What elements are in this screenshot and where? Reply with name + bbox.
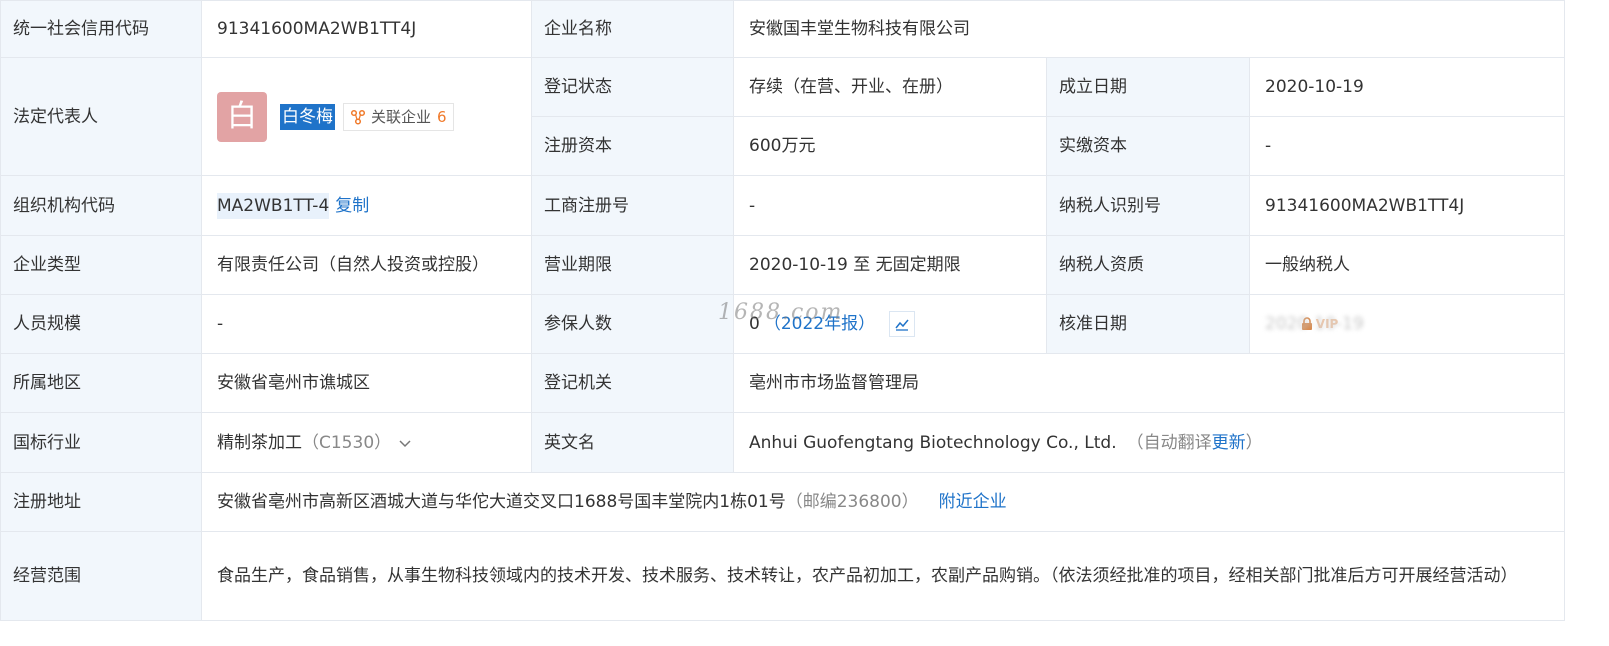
label-english-name: 英文名 (532, 413, 734, 473)
related-company-icon (350, 109, 366, 125)
label-industry: 国标行业 (0, 413, 202, 473)
value-company-name: 安徽国丰堂生物科技有限公司 (734, 0, 1565, 58)
label-legal-rep: 法定代表人 (0, 58, 202, 176)
value-reg-capital: 600万元 (734, 117, 1047, 176)
chevron-down-icon[interactable] (397, 435, 413, 451)
org-code-text: MA2WB1TT-4 (217, 192, 330, 219)
label-scope: 经营范围 (0, 532, 202, 621)
value-biz-term: 2020-10-19 至 无固定期限 (734, 236, 1047, 295)
postcode: （邮编236800） (785, 492, 919, 512)
label-founded: 成立日期 (1047, 58, 1250, 117)
related-companies-label: 关联企业 (371, 107, 432, 126)
label-staff-size: 人员规模 (0, 295, 202, 354)
value-reg-status: 存续（在营、开业、在册） (734, 58, 1047, 117)
value-company-type: 有限责任公司（自然人投资或控股） (202, 236, 532, 295)
value-legal-rep: 白 白冬梅 关联企业 6 (202, 58, 532, 176)
avatar[interactable]: 白 (217, 91, 267, 142)
value-paid-capital: - (1250, 117, 1565, 176)
english-name-text: Anhui Guofengtang Biotechnology Co., Ltd… (749, 432, 1117, 453)
label-company-name: 企业名称 (532, 0, 734, 58)
value-credit-code: 91341600MA2WB1TT4J (202, 0, 532, 58)
approval-date-blurred: 2020-10-19 (1265, 314, 1364, 334)
value-region: 安徽省亳州市谯城区 (202, 354, 532, 413)
industry-code: （C1530） (302, 432, 392, 453)
value-taxpayer-id: 91341600MA2WB1TT4J (1250, 176, 1565, 236)
value-approval-date: 2020-10-19 VIP (1250, 295, 1565, 354)
auto-translate-suffix: ） (1245, 432, 1263, 453)
address-text: 安徽省亳州市高新区酒城大道与华佗大道交叉口1688号国丰堂院内1栋01号 (217, 492, 786, 512)
trend-chart-icon (895, 319, 909, 331)
label-reg-status: 登记状态 (532, 58, 734, 117)
value-scope: 食品生产，食品销售，从事生物科技领域内的技术开发、技术服务、技术转让，农产品初加… (202, 532, 1565, 621)
auto-translate-hint: （自动翻译更新） (1127, 430, 1263, 456)
nearby-companies-link[interactable]: 附近企业 (939, 489, 1007, 515)
label-biz-term: 营业期限 (532, 236, 734, 295)
label-region: 所属地区 (0, 354, 202, 413)
legal-rep-name-link[interactable]: 白冬梅 (280, 103, 335, 130)
label-credit-code: 统一社会信用代码 (0, 0, 202, 58)
value-taxpayer-qual: 一般纳税人 (1250, 236, 1565, 295)
label-paid-capital: 实缴资本 (1047, 117, 1250, 176)
related-companies-button[interactable]: 关联企业 6 (343, 102, 454, 131)
trend-chart-button[interactable] (889, 311, 916, 337)
watermark: 1688.com (718, 300, 844, 325)
label-insured: 参保人数 (532, 295, 734, 354)
value-biz-reg-no: - (734, 176, 1047, 236)
copy-button[interactable]: 复制 (335, 193, 369, 219)
industry-name: 精制茶加工 (217, 432, 302, 453)
value-founded: 2020-10-19 (1250, 58, 1565, 117)
label-address: 注册地址 (0, 473, 202, 532)
label-taxpayer-qual: 纳税人资质 (1047, 236, 1250, 295)
value-staff-size: - (202, 295, 532, 354)
update-translation-link[interactable]: 更新 (1212, 433, 1246, 453)
value-authority: 亳州市市场监督管理局 (734, 354, 1565, 413)
label-taxpayer-id: 纳税人识别号 (1047, 176, 1250, 236)
value-english-name: Anhui Guofengtang Biotechnology Co., Ltd… (734, 413, 1565, 473)
label-company-type: 企业类型 (0, 236, 202, 295)
auto-translate-prefix: （自动翻译 (1126, 432, 1212, 453)
label-biz-reg-no: 工商注册号 (532, 176, 734, 236)
label-authority: 登记机关 (532, 354, 734, 413)
value-address: 安徽省亳州市高新区酒城大道与华佗大道交叉口1688号国丰堂院内1栋01号 （邮编… (202, 473, 1565, 532)
label-approval-date: 核准日期 (1047, 295, 1250, 354)
value-industry[interactable]: 精制茶加工 （C1530） (202, 413, 532, 473)
value-org-code: MA2WB1TT-4 复制 (202, 176, 532, 236)
label-org-code: 组织机构代码 (0, 176, 202, 236)
related-companies-count: 6 (437, 107, 447, 126)
label-reg-capital: 注册资本 (532, 117, 734, 176)
